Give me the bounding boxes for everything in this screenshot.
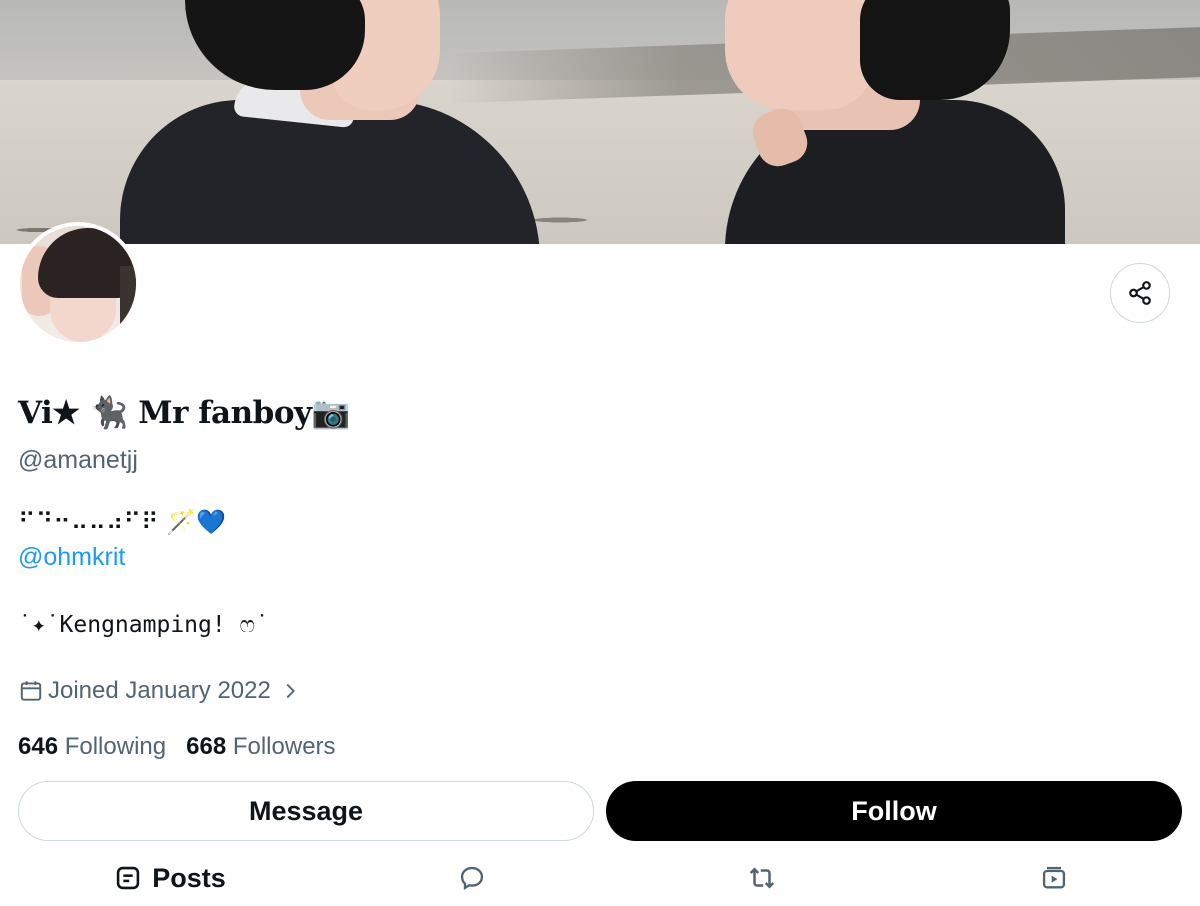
following-count: 646	[18, 733, 59, 760]
tab-posts[interactable]: Posts	[100, 856, 240, 900]
follow-stats: 646 Following 668 Followers	[18, 733, 336, 761]
user-handle: @amanetjj	[18, 446, 138, 474]
display-name: Vi★ 🐈‍⬛ Mr fanboy📷	[18, 395, 350, 431]
bio-line-1: ⠋⠙⠒⠤⠤⠴⠋⠟ 🪄💙	[18, 508, 227, 536]
joined-date-text: Joined January 2022	[48, 677, 271, 704]
tab-replies[interactable]	[450, 856, 494, 900]
tab-reposts[interactable]	[740, 856, 784, 900]
media-icon	[1042, 866, 1066, 889]
followers-link[interactable]: 668 Followers	[186, 733, 335, 760]
calendar-icon	[20, 681, 42, 701]
following-label: Following	[64, 733, 167, 760]
repost-icon	[749, 867, 775, 889]
profile-tabs: Posts	[0, 856, 1200, 906]
chevron-right-icon	[286, 683, 295, 699]
message-button[interactable]: Message	[18, 781, 594, 841]
share-icon	[1129, 281, 1151, 305]
avatar[interactable]	[16, 222, 140, 346]
following-link[interactable]: 646 Following	[18, 733, 173, 760]
profile-banner[interactable]	[0, 0, 1200, 244]
tab-media[interactable]	[1032, 856, 1076, 900]
banner-person-right-face	[725, 0, 875, 110]
followers-count: 668	[186, 733, 227, 760]
bio-mention-link[interactable]: @ohmkrit	[18, 543, 125, 572]
share-button[interactable]	[1110, 263, 1170, 323]
bio-line-2: ˙✦˙Kengnamping! ෆ˙	[18, 612, 269, 638]
joined-date-row[interactable]: Joined January 2022	[18, 677, 305, 705]
follow-button[interactable]: Follow	[606, 781, 1182, 841]
tab-posts-label: Posts	[152, 862, 226, 893]
followers-label: Followers	[232, 733, 336, 760]
reply-icon	[460, 866, 484, 891]
posts-icon	[117, 866, 140, 890]
avatar-side-shadow	[120, 266, 136, 342]
